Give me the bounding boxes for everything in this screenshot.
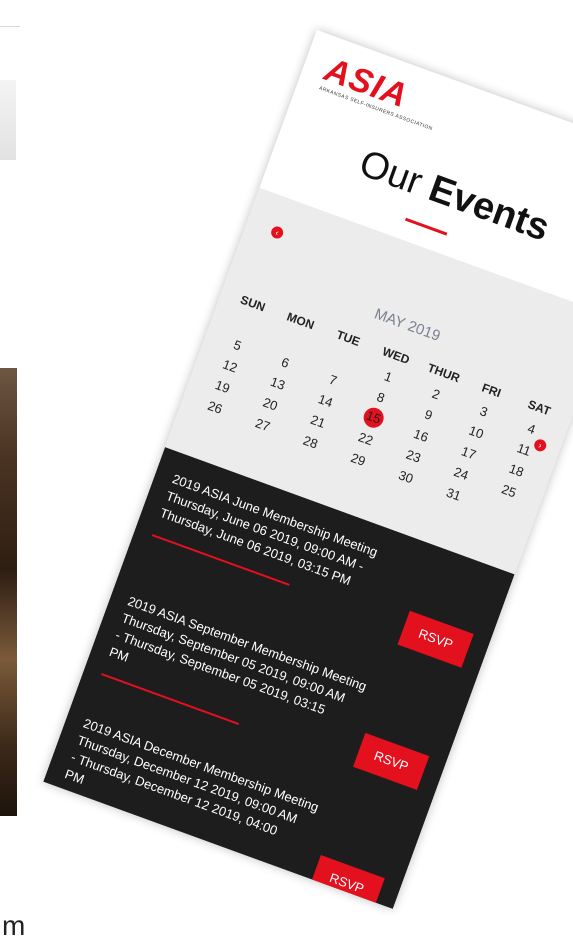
day-number: 8	[375, 388, 387, 406]
day-number: 4	[525, 420, 538, 437]
background-divider	[0, 26, 20, 27]
background-photo	[0, 368, 17, 816]
day-number: 2	[430, 385, 443, 402]
day-number: 6	[279, 353, 292, 371]
day-number: 19	[213, 376, 233, 396]
title-light: Our	[353, 142, 428, 204]
chevron-left-icon[interactable]: ‹	[269, 224, 285, 241]
day-number: 17	[459, 442, 479, 462]
day-number: 9	[422, 406, 435, 423]
calendar-day-empty	[478, 502, 526, 519]
title-bold: Events	[423, 167, 555, 250]
day-number: 20	[261, 394, 280, 414]
day-number: 25	[499, 480, 519, 500]
day-number: 26	[205, 397, 225, 417]
background-panel	[0, 80, 16, 160]
day-number: 24	[452, 463, 471, 483]
title-underline	[404, 217, 448, 236]
day-number: 12	[220, 355, 240, 376]
day-number: 13	[268, 373, 288, 393]
rsvp-button[interactable]: RSVP	[308, 855, 385, 909]
background-text-fragment: m	[2, 910, 26, 941]
day-number: 1	[382, 368, 395, 385]
day-number: 27	[253, 414, 273, 434]
day-number: 28	[301, 432, 321, 452]
day-number: 10	[467, 422, 486, 442]
day-number: 16	[411, 425, 431, 445]
phone-screen: ASIA ARKANSAS SELF-INSURERS ASSOCIATION …	[43, 29, 573, 909]
day-number: 30	[396, 466, 416, 486]
day-number: 11	[515, 439, 534, 459]
asia-logo[interactable]: ASIA ARKANSAS SELF-INSURERS ASSOCIATION	[318, 51, 445, 133]
day-number: 29	[349, 449, 368, 469]
day-number: 14	[316, 390, 336, 410]
rsvp-button[interactable]: RSVP	[353, 732, 430, 790]
day-number: 7	[327, 371, 340, 388]
day-number: 18	[507, 460, 527, 480]
day-number: 5	[231, 336, 244, 354]
day-number: 23	[404, 446, 424, 466]
rsvp-button[interactable]: RSVP	[397, 610, 474, 668]
day-number: 3	[478, 402, 490, 420]
day-number: 21	[308, 411, 328, 431]
day-number: 31	[444, 484, 464, 504]
day-number: 22	[356, 428, 376, 448]
